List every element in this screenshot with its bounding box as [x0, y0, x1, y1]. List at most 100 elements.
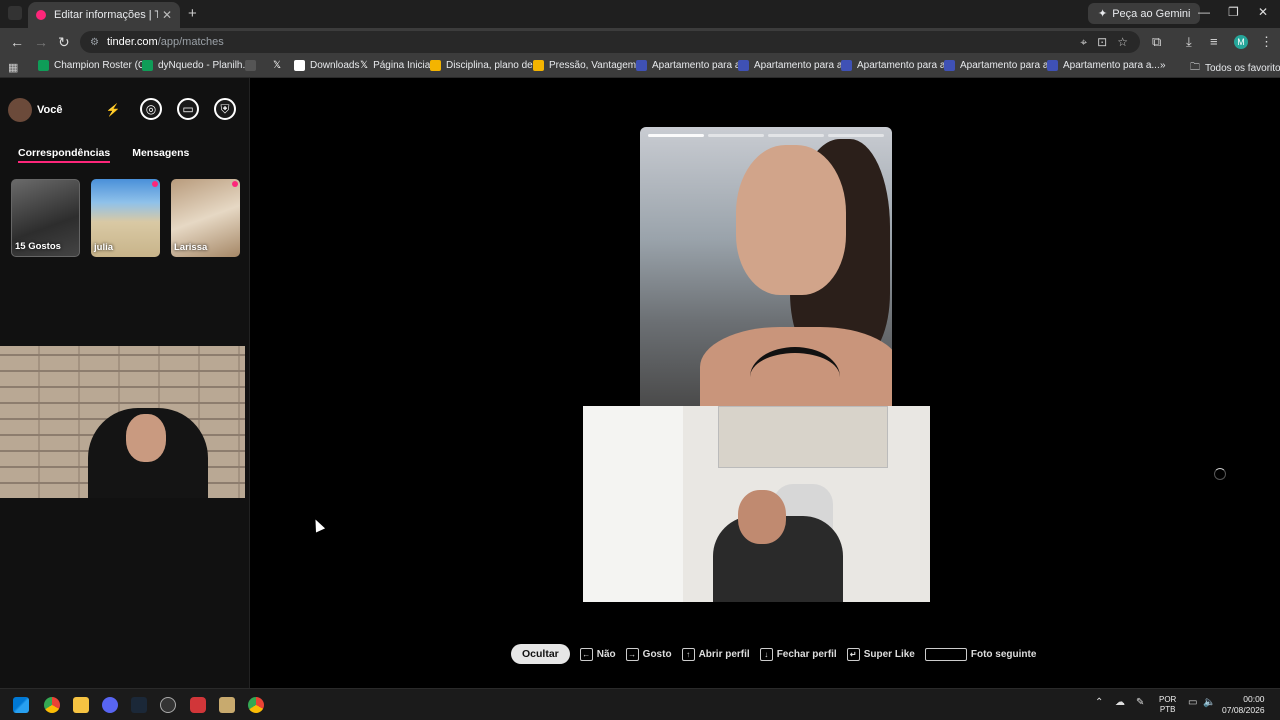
close-window-button[interactable]: ✕ — [1258, 5, 1268, 19]
tray-onedrive-icon[interactable]: ☁ — [1115, 697, 1125, 708]
hint-nope: ← Não — [579, 647, 616, 661]
tray-display-icon[interactable]: ▭ — [1188, 697, 1197, 708]
left-arrow-key-icon: ← — [579, 647, 593, 661]
taskbar-clock[interactable]: 00:00 07/08/2026 — [1222, 694, 1265, 716]
bookmark-item[interactable]: Disciplina, plano de... — [430, 60, 541, 71]
steam-icon[interactable] — [131, 697, 147, 713]
folder-icon: 🗀 — [1190, 62, 1200, 73]
reload-icon[interactable]: ↻ — [58, 34, 70, 51]
keyboard-shortcuts-bar: Ocultar ← Não → Gosto ↑ Abrir perfil ↓ Fecha… — [511, 644, 1036, 664]
bookmark-item[interactable]: Champion Roster (C... — [38, 60, 153, 71]
obs-icon[interactable] — [160, 697, 176, 713]
gemini-button[interactable]: ✦ Peça ao Gemini — [1088, 3, 1201, 24]
clock-time: 00:00 — [1243, 694, 1265, 704]
tab-messages[interactable]: Mensagens — [132, 147, 189, 163]
profile-avatar[interactable]: M — [1234, 35, 1248, 49]
tab-close-icon[interactable]: ✕ — [162, 8, 172, 22]
bookmark-item[interactable]: Apartamento para a... — [944, 60, 1057, 71]
match-card-larissa[interactable]: Larissa — [171, 179, 240, 257]
profile-photo-card[interactable] — [640, 127, 892, 407]
riot-client-icon[interactable] — [190, 697, 206, 713]
photo-progress-bars — [648, 134, 884, 137]
back-arrow-icon[interactable]: ← — [10, 34, 24, 50]
menu-kebab-icon[interactable]: ⋮ — [1260, 34, 1273, 50]
bookmark-item[interactable]: Downloads — [294, 60, 359, 71]
bookmark-item[interactable]: Pressão, Vantagem... — [533, 60, 644, 71]
bookmark-item[interactable]: dyNquedo - Planilh... — [142, 60, 251, 71]
user-avatar[interactable] — [8, 98, 32, 122]
tray-chevron-icon[interactable]: ⌃ — [1095, 697, 1103, 708]
tray-app-icon[interactable]: ✎ — [1136, 697, 1144, 708]
loading-spinner-icon — [1214, 468, 1226, 480]
minimize-button[interactable]: — — [1198, 5, 1210, 19]
explore-compass-icon[interactable]: ◎ — [140, 98, 162, 120]
language-indicator[interactable]: POR PTB — [1159, 695, 1176, 715]
new-tab-button[interactable]: + — [188, 5, 197, 22]
bookmark-item[interactable]: 𝕏 — [273, 60, 281, 71]
safety-shield-icon[interactable]: ⛨ — [214, 98, 236, 120]
browser-tab-strip: Editar informações | Tinder ✕ + ✦ Peça a… — [0, 0, 1280, 28]
file-explorer-icon[interactable] — [73, 697, 89, 713]
bookmark-favicon-icon — [1047, 60, 1058, 71]
tab-title: Editar informações | Tinder — [54, 9, 158, 21]
apps-grid-icon[interactable]: ▦ — [8, 61, 18, 74]
clock-date: 07/08/2026 — [1222, 705, 1265, 715]
chrome-taskbar-icon[interactable] — [44, 697, 60, 713]
hint-close-profile: ↓ Fechar perfil — [759, 647, 837, 661]
photo-bar[interactable] — [828, 134, 884, 137]
mouse-cursor-icon — [310, 517, 326, 533]
downloads-icon[interactable]: ⤓ — [1186, 34, 1192, 50]
photo-bar[interactable] — [648, 134, 704, 137]
discord-icon[interactable] — [102, 697, 118, 713]
bookmark-item[interactable]: Apartamento para a... — [841, 60, 954, 71]
right-arrow-key-icon: → — [625, 647, 639, 661]
match-card-julia[interactable]: julia — [91, 179, 160, 257]
location-icon[interactable]: ⌖ — [1080, 35, 1087, 50]
tab-search-icon[interactable] — [8, 6, 22, 20]
up-arrow-key-icon: ↑ — [681, 647, 695, 661]
tab-matches[interactable]: Correspondências — [18, 147, 111, 163]
bookmark-favicon-icon — [944, 60, 955, 71]
boost-bolt-icon[interactable]: ⚡ — [101, 98, 125, 122]
bookmark-favicon-icon — [430, 60, 441, 71]
hide-shortcuts-button[interactable]: Ocultar — [511, 644, 570, 664]
bookmark-item[interactable]: Apartamento para a... — [1047, 60, 1160, 71]
user-name[interactable]: Você — [37, 104, 62, 116]
url-host: tinder.com — [106, 36, 158, 48]
all-bookmarks-folder[interactable]: 🗀 Todos os favoritos — [1190, 60, 1280, 77]
forward-arrow-icon[interactable]: → — [34, 34, 48, 50]
league-icon[interactable] — [219, 697, 235, 713]
reading-list-icon[interactable]: ≡ — [1210, 34, 1218, 49]
photo-bar[interactable] — [768, 134, 824, 137]
webcam-cabinet — [718, 406, 888, 468]
start-windows-icon[interactable] — [13, 697, 29, 713]
match-likes-card[interactable]: 15 Gostos — [11, 179, 80, 257]
photo-bar[interactable] — [708, 134, 764, 137]
maximize-button[interactable]: ❐ — [1228, 5, 1239, 19]
gemini-label: Peça ao Gemini — [1112, 7, 1191, 20]
bookmark-favicon-icon — [533, 60, 544, 71]
bookmark-favicon-icon — [245, 60, 256, 71]
bookmarks-overflow-button[interactable]: » — [1160, 60, 1166, 71]
bookmark-item[interactable]: Apartamento para a... — [738, 60, 851, 71]
browser-tab-tinder[interactable]: Editar informações | Tinder ✕ — [28, 2, 180, 28]
match-list: 15 Gostos julia Larissa — [11, 179, 240, 257]
x-logo-icon: 𝕏 — [360, 60, 369, 71]
bookmark-item[interactable] — [245, 60, 256, 71]
photo-strap — [750, 347, 840, 407]
bookmark-favicon-icon — [738, 60, 749, 71]
chrome-taskbar-icon-2[interactable] — [248, 697, 264, 713]
install-app-icon[interactable]: ⊡ — [1097, 35, 1107, 50]
bookmark-item[interactable]: 𝕏 Página Inicial — [360, 60, 433, 71]
site-info-icon[interactable]: ⚙ — [90, 37, 99, 48]
extensions-icon[interactable]: ⧉ — [1152, 34, 1161, 50]
tray-volume-icon[interactable]: 🔈 — [1203, 697, 1215, 708]
webcam-wall — [583, 406, 683, 602]
bookmark-favicon-icon — [294, 60, 305, 71]
address-bar[interactable]: ⚙ tinder.com/app/matches ⌖ ⊡ ☆ — [80, 31, 1140, 53]
bookmark-star-icon[interactable]: ☆ — [1117, 35, 1128, 50]
webcam-person-head — [126, 414, 166, 462]
bookmark-favicon-icon — [841, 60, 852, 71]
bookmark-item[interactable]: Apartamento para a... — [636, 60, 749, 71]
work-briefcase-icon[interactable]: ▭ — [177, 98, 199, 120]
